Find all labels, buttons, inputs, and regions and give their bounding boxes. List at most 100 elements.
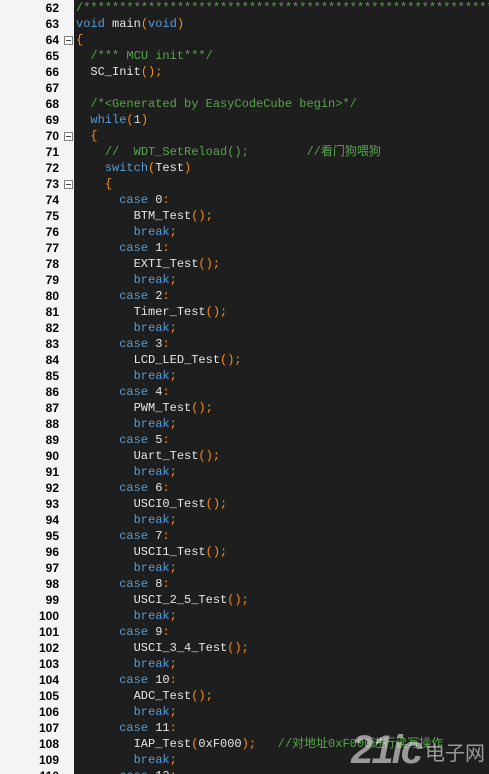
- code-text: /*** MCU init***/: [76, 48, 212, 64]
- code-line[interactable]: 104 case 10:: [0, 672, 489, 688]
- code-line[interactable]: 74 case 0:: [0, 192, 489, 208]
- code-line[interactable]: 86 case 4:: [0, 384, 489, 400]
- code-line[interactable]: 96 USCI1_Test();: [0, 544, 489, 560]
- code-token: case: [119, 385, 149, 399]
- code-line[interactable]: 93 USCI0_Test();: [0, 496, 489, 512]
- fold-toggle-icon[interactable]: [64, 36, 73, 45]
- code-line[interactable]: 84 LCD_LED_Test();: [0, 352, 489, 368]
- code-line[interactable]: 103 break;: [0, 656, 489, 672]
- code-line[interactable]: 89 case 5:: [0, 432, 489, 448]
- code-token: switch: [104, 161, 149, 175]
- code-token: case: [119, 769, 148, 774]
- code-line[interactable]: 77 case 1:: [0, 240, 489, 256]
- code-line[interactable]: 66 SC_Init();: [0, 64, 489, 80]
- code-line[interactable]: 76 break;: [0, 224, 489, 240]
- code-text: Timer_Test();: [76, 304, 228, 320]
- line-number: 103: [38, 657, 59, 671]
- line-number: 77: [45, 241, 59, 255]
- code-line[interactable]: 62 /*************************************…: [0, 0, 489, 16]
- code-token: case: [119, 529, 149, 543]
- code-line[interactable]: 75 BTM_Test();: [0, 208, 489, 224]
- code-token: 1: [148, 241, 163, 255]
- code-line[interactable]: 102 USCI_3_4_Test();: [0, 640, 489, 656]
- code-token: void: [76, 17, 105, 31]
- code-token: ();: [191, 689, 213, 703]
- code-line[interactable]: 64 {: [0, 32, 489, 48]
- code-text: break;: [76, 656, 177, 672]
- code-line[interactable]: 97 break;: [0, 560, 489, 576]
- fold-toggle-icon[interactable]: [64, 180, 73, 189]
- code-text: case 7:: [76, 528, 169, 544]
- code-token: :: [162, 241, 170, 255]
- code-token: break: [133, 465, 170, 479]
- code-line[interactable]: 91 break;: [0, 464, 489, 480]
- code-line[interactable]: 68 /*<Generated by EasyCodeCube begin>*/: [0, 96, 489, 112]
- code-line[interactable]: 78 EXTI_Test();: [0, 256, 489, 272]
- code-token: 7: [148, 529, 163, 543]
- code-line[interactable]: 98 case 8:: [0, 576, 489, 592]
- code-line[interactable]: 82 break;: [0, 320, 489, 336]
- code-line[interactable]: 69 while(1): [0, 112, 489, 128]
- fold-toggle-icon[interactable]: [64, 132, 73, 141]
- code-token: case: [119, 433, 149, 447]
- line-number: 65: [45, 49, 59, 63]
- code-text: break;: [76, 512, 177, 528]
- code-line[interactable]: 100 break;: [0, 608, 489, 624]
- code-line[interactable]: 80 case 2:: [0, 288, 489, 304]
- code-line[interactable]: 99 USCI_2_5_Test();: [0, 592, 489, 608]
- code-line[interactable]: 94 break;: [0, 512, 489, 528]
- code-line[interactable]: 72 switch(Test): [0, 160, 489, 176]
- code-token: case: [119, 241, 149, 255]
- code-token: case: [119, 721, 149, 735]
- code-line[interactable]: 105 ADC_Test();: [0, 688, 489, 704]
- line-number: 73: [45, 177, 59, 191]
- code-token: 0xF000: [198, 737, 242, 751]
- code-line[interactable]: 81 Timer_Test();: [0, 304, 489, 320]
- code-text: SC_Init();: [76, 64, 162, 80]
- code-line[interactable]: 63 void main(void): [0, 16, 489, 32]
- code-line[interactable]: 65 /*** MCU init***/: [0, 48, 489, 64]
- code-line[interactable]: 90 Uart_Test();: [0, 448, 489, 464]
- code-text: PWM_Test();: [76, 400, 213, 416]
- code-line[interactable]: 83 case 3:: [0, 336, 489, 352]
- line-number: 83: [45, 337, 59, 351]
- code-line[interactable]: 71 // WDT_SetReload(); //看门狗喂狗: [0, 144, 489, 160]
- code-line[interactable]: 108 IAP_Test(0xF000); //对地址0xF000进行读写操作: [0, 736, 489, 752]
- code-line[interactable]: 88 break;: [0, 416, 489, 432]
- code-line[interactable]: 92 case 6:: [0, 480, 489, 496]
- code-token: USCI_3_4_Test: [76, 641, 228, 655]
- code-token: SC_Init: [76, 65, 141, 79]
- code-line[interactable]: 109 break;: [0, 752, 489, 768]
- code-token: ();: [198, 449, 221, 463]
- line-number: 96: [45, 545, 59, 559]
- code-token: //对地址0xF000进行读写操作: [277, 737, 444, 751]
- code-token: 6: [148, 481, 163, 495]
- code-line[interactable]: 85 break;: [0, 368, 489, 384]
- code-line[interactable]: 101 case 9:: [0, 624, 489, 640]
- code-line[interactable]: 79 break;: [0, 272, 489, 288]
- code-line[interactable]: 106 break;: [0, 704, 489, 720]
- code-editor[interactable]: 62/*************************************…: [0, 0, 489, 774]
- code-text: case 6:: [76, 480, 169, 496]
- code-line[interactable]: 110 case 12:: [0, 768, 489, 774]
- code-line[interactable]: 67: [0, 80, 489, 96]
- line-number: 75: [45, 209, 59, 223]
- line-number: 72: [45, 161, 59, 175]
- code-line[interactable]: 87 PWM_Test();: [0, 400, 489, 416]
- code-text: /*<Generated by EasyCodeCube begin>*/: [76, 96, 356, 112]
- code-line[interactable]: 107 case 11:: [0, 720, 489, 736]
- code-line[interactable]: 95 case 7:: [0, 528, 489, 544]
- code-line[interactable]: 73 {: [0, 176, 489, 192]
- code-line[interactable]: 70 {: [0, 128, 489, 144]
